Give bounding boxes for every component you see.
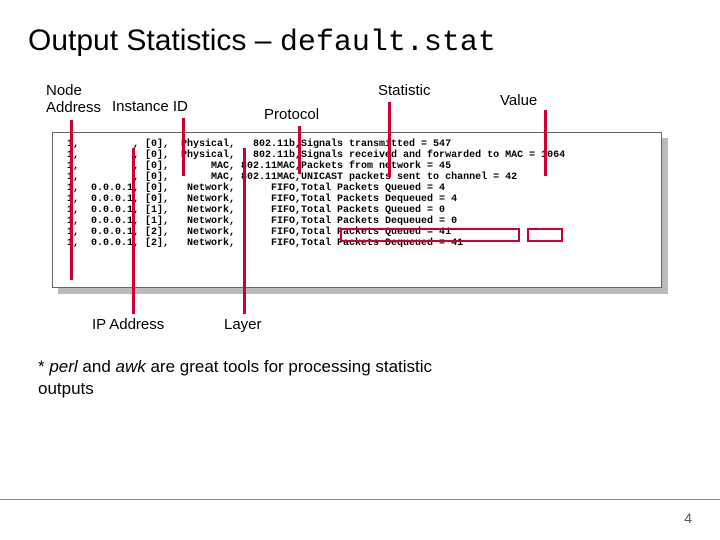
footnote: * perl and awk are great tools for proce… xyxy=(28,356,448,400)
title-main: Output Statistics xyxy=(28,24,246,57)
highlight-box-value xyxy=(527,228,563,242)
label-statistic: Statistic xyxy=(378,82,431,99)
title-code: default.stat xyxy=(280,26,496,60)
pointer-line xyxy=(70,120,73,280)
pointer-line xyxy=(388,102,391,177)
title-dash: – xyxy=(255,24,272,57)
code-content: 1, , [0], Physical, 802.11b,Signals tran… xyxy=(52,132,662,288)
slide-title: Output Statistics – default.stat xyxy=(28,24,692,60)
footnote-awk: awk xyxy=(116,357,146,376)
label-layer: Layer xyxy=(224,316,262,333)
pointer-line xyxy=(298,126,301,174)
label-protocol: Protocol xyxy=(264,106,319,123)
pointer-line xyxy=(182,118,185,176)
divider xyxy=(0,499,720,500)
page-number: 4 xyxy=(684,510,692,526)
bottom-labels: IP Address Layer xyxy=(28,298,692,338)
pointer-line xyxy=(132,148,135,314)
footnote-perl: perl xyxy=(49,357,77,376)
label-value: Value xyxy=(500,92,537,109)
pointer-line xyxy=(544,110,547,176)
label-node-address: Node Address xyxy=(46,82,106,116)
label-instance-id: Instance ID xyxy=(112,98,188,115)
code-block: 1, , [0], Physical, 802.11b,Signals tran… xyxy=(28,132,692,288)
pointer-line xyxy=(243,148,246,314)
top-labels: Node Address Instance ID Protocol Statis… xyxy=(28,78,692,130)
footnote-prefix: * xyxy=(38,357,49,376)
label-ip-address: IP Address xyxy=(92,316,164,333)
footnote-mid: and xyxy=(78,357,116,376)
highlight-box-statistic xyxy=(340,228,520,242)
